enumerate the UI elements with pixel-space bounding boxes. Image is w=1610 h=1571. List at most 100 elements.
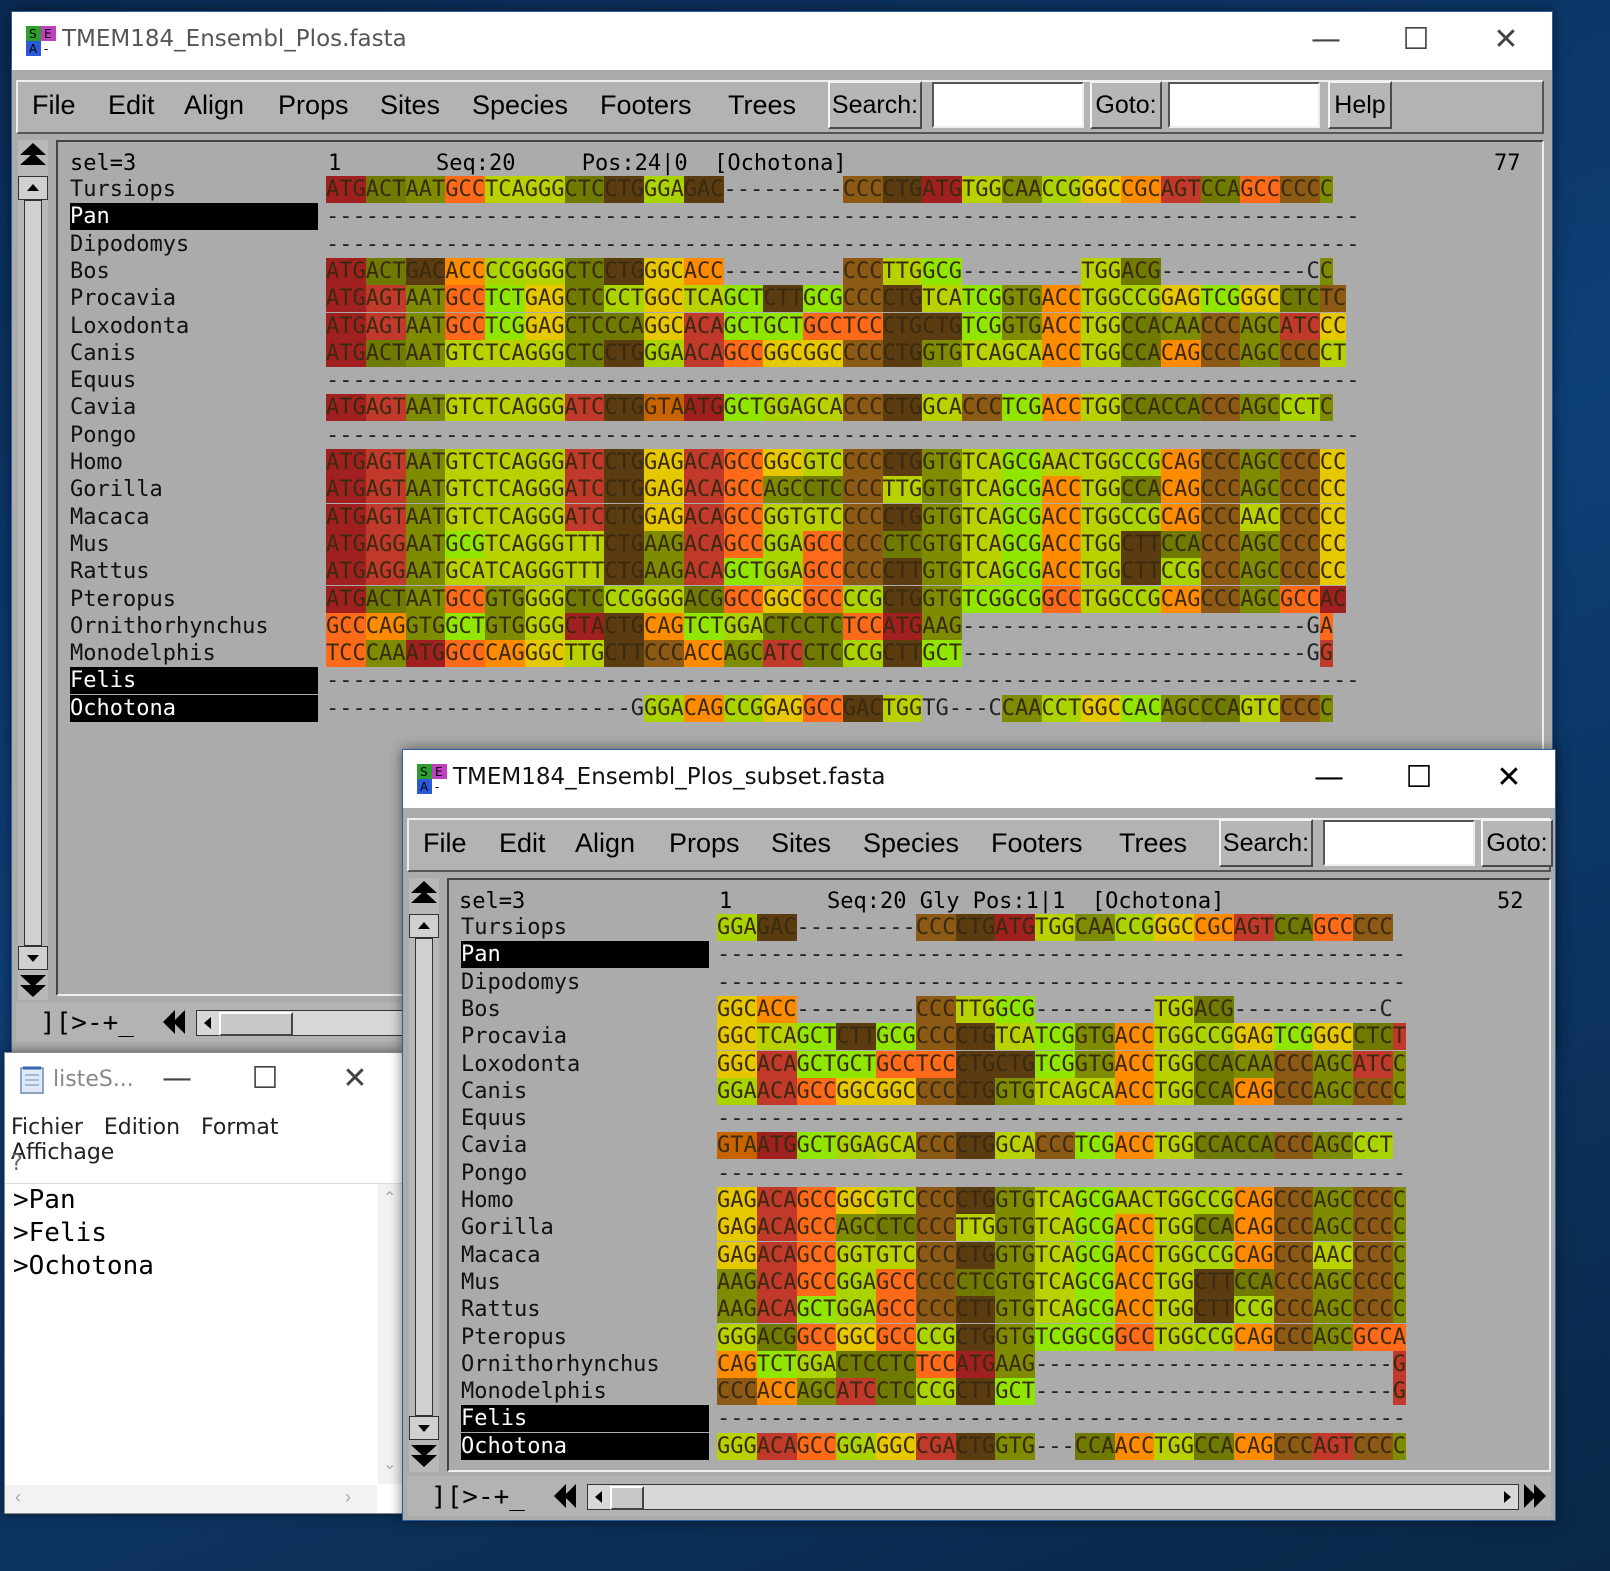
notepad-vscroll[interactable]: ⌃ ⌄ [378,1184,402,1484]
scroll-right-icon[interactable] [1498,1487,1516,1507]
menu-align[interactable]: Align [575,828,635,859]
chevron-left-icon[interactable]: ‹ [15,1487,21,1508]
sequence-name[interactable]: Monodelphis [461,1378,709,1405]
scroll-bottom-icon[interactable] [18,970,48,1000]
sequence-row[interactable]: ----------------------------------------… [326,203,1360,230]
menu-species[interactable]: Species [472,90,568,121]
sequence-name[interactable]: Pongo [461,1160,709,1187]
notepad-maximize-icon[interactable]: ☐ [243,1057,287,1101]
sequence-row[interactable]: GGGACAGCCGGAGGCCGACTGGTG---CCAACCTGGCCAC… [717,1432,1406,1460]
sequence-row[interactable]: ATGAGTAATGCCTCTGAGCTCCCTGGCTCAGCTCTTGCGC… [326,285,1347,313]
sequence-row[interactable]: ATGACTAATGTCTCAGGGCTCCTGGGAACAGCCGGCGGCC… [326,339,1347,367]
menu-sites[interactable]: Sites [771,828,831,859]
sequence-name[interactable]: Procavia [461,1023,709,1050]
subset-horizontal-scrollbar[interactable] [587,1484,1519,1510]
sequence-row[interactable]: GGAGAC---------CCCCTGATGTGGCAACCGGGCCGCA… [717,914,1393,941]
subset-titlebar[interactable]: S E A - TMEM184_Ensembl_Plos_subset.fast… [403,750,1555,808]
sequence-name[interactable]: Loxodonta [461,1051,709,1078]
sequence-row[interactable]: ----------------------------------------… [326,231,1360,258]
sequence-row[interactable]: GTAATGGCTGGAGCACCCCTGGCACCCTCGACCTGGCCAC… [717,1132,1393,1160]
sequence-row[interactable]: ATGAGTAATGCCTCGGAGCTCCCAGGCACAGCTGCTGCCT… [326,312,1347,340]
sequence-row[interactable]: ----------------------------------------… [717,1160,1406,1187]
subset-hscroll-thumb[interactable] [610,1486,644,1510]
sequence-row[interactable]: GGCACAGCTGCTGCCTCCCTGCTGTCGGTGACCTGGCCAC… [717,1050,1406,1078]
sequence-name[interactable]: Dipodomys [461,969,709,996]
menu-trees[interactable]: Trees [1119,828,1187,859]
sequence-name[interactable]: Mus [70,531,318,558]
menu-file[interactable]: File [32,90,76,121]
sequence-row[interactable]: GGGACGGCCGGCGCCCCGCTGGTGTCGGCGGCCTGGCCGC… [717,1323,1406,1351]
chevron-up-icon[interactable]: ⌃ [383,1188,396,1208]
goto-input[interactable] [1168,82,1320,128]
subset-bottom-label[interactable]: ][>-+_ [431,1482,525,1512]
scroll-left-icon[interactable] [590,1487,608,1507]
sequence-row[interactable]: GCCCAGGTGGCTGTGGGGCTACTGCAGTCTGGACTCCTCT… [326,612,1333,640]
sequence-name[interactable]: Ochotona [70,694,318,722]
sequence-row[interactable]: ----------------------------------------… [326,422,1360,449]
sequence-row[interactable]: AAGACAGCCGGAGCCCCCCTCGTGTCAGCGACCTGGCTTC… [717,1268,1406,1296]
sequence-row[interactable]: ----------------------------------------… [717,941,1406,968]
sequence-name[interactable]: Bos [70,258,318,285]
sequence-name[interactable]: Ornithorhynchus [70,613,318,640]
help-button[interactable]: Help [1328,81,1392,129]
scroll-track[interactable] [24,200,42,946]
notepad-hscroll[interactable]: ‹ › [5,1485,377,1513]
menu-species[interactable]: Species [863,828,959,859]
sequence-name[interactable]: Pongo [70,422,318,449]
sequence-row[interactable]: ATGAGGAATGCGTCAGGGTTTCTGAAGACAGCCGGAGCCC… [326,530,1347,558]
maximize-icon[interactable]: ☐ [1397,756,1441,800]
notepad-menu-affichage[interactable]: Affichage [11,1140,114,1165]
sequence-name[interactable]: Cavia [461,1132,709,1159]
notepad-menu-edition[interactable]: Edition [104,1115,180,1140]
sequence-name[interactable]: Homo [70,449,318,476]
sequence-row[interactable]: ----------------------------------------… [326,367,1360,394]
chevron-right-icon[interactable]: › [345,1487,351,1508]
subset-vertical-scrollbar[interactable] [409,878,439,1472]
menu-edit[interactable]: Edit [499,828,546,859]
search-input[interactable] [932,82,1084,128]
sequence-name[interactable]: Pteropus [461,1324,709,1351]
sequence-name[interactable]: Felis [70,667,318,695]
sequence-name[interactable]: Monodelphis [70,640,318,667]
notepad-menu-format[interactable]: Format [201,1115,279,1140]
sequence-name[interactable]: Gorilla [461,1214,709,1241]
scroll-leftmost-icon[interactable] [160,1008,190,1036]
sequence-row[interactable]: CAGTCTGGACTCCTCTCCATGAAG----------------… [717,1350,1406,1378]
sequence-row[interactable]: ATGAGTAATGTCTCAGGGATCCTGGAGACAGCCGGTGTCC… [326,503,1347,531]
sequence-row[interactable]: ----------------------------------------… [717,1105,1406,1132]
sequence-name[interactable]: Macaca [461,1242,709,1269]
search-input[interactable] [1323,820,1475,866]
sequence-name[interactable]: Mus [461,1269,709,1296]
sequence-row[interactable]: GAGACAGCCAGCCTCCCCTTGGTGTCAGCGACCTGGCCAC… [717,1214,1406,1242]
notepad-menu-fichier[interactable]: Fichier [11,1115,83,1140]
sequence-name[interactable]: Tursiops [461,914,709,941]
main-hscroll-thumb[interactable] [219,1012,293,1036]
sequence-row[interactable]: GGAACAGCCGGCGGCCCCCTGGTGTCAGCAACCTGGCCAC… [717,1077,1406,1105]
scroll-top-icon[interactable] [409,878,439,908]
sequence-name[interactable]: Ornithorhynchus [461,1351,709,1378]
sequence-row[interactable]: -----------------------GGGACAGCCGGAGGCCG… [326,694,1333,722]
sequence-row[interactable]: ATGAGGAATGCATCAGGGTTTCTGAAGACAGCTGGAGCCC… [326,558,1347,586]
maximize-icon[interactable]: ☐ [1394,18,1438,62]
close-icon[interactable]: ✕ [1487,756,1531,800]
sequence-name[interactable]: Ochotona [461,1432,709,1460]
close-icon[interactable]: ✕ [1484,18,1528,62]
sequence-row[interactable]: ATGACTGACACCCCGGGGCTCCTGGGCACC---------C… [326,257,1333,285]
sequence-row[interactable]: ATGACTAATGCCGTGGGGCTCCCGGGGACGGCCGGCGCCC… [326,585,1347,613]
sequence-name[interactable]: Canis [70,340,318,367]
sequence-name[interactable]: Macaca [70,504,318,531]
sequence-row[interactable]: TCCCAAATGGCCCAGGGCTTGCTTCCCACCAGCATCCTCC… [326,640,1333,668]
sequence-name[interactable]: Loxodonta [70,313,318,340]
menu-footers[interactable]: Footers [600,90,692,121]
sequence-name[interactable]: Bos [461,996,709,1023]
sequence-name[interactable]: Gorilla [70,476,318,503]
menu-footers[interactable]: Footers [991,828,1083,859]
notepad-titlebar[interactable]: listeS... — ☐ ✕ [5,1053,402,1107]
chevron-down-icon[interactable]: ⌄ [383,1454,396,1474]
sequence-row[interactable]: ----------------------------------------… [326,667,1360,694]
sequence-row[interactable]: ATGAGTAATGTCTCAGGGATCCTGGAGACAGCCGGCGTCC… [326,449,1347,476]
sequence-name[interactable]: Cavia [70,394,318,421]
sequence-row[interactable]: GGCTCAGCTCTTGCGCCCCTGTCATCGGTGACCTGGCCGG… [717,1023,1406,1051]
sequence-row[interactable]: AAGACAGCTGGAGCCCCCCTTGTGTCAGCGACCTGGCTTC… [717,1296,1406,1324]
sequence-row[interactable]: CCCACCAGCATCCTCCCGCTTGCT----------------… [717,1378,1406,1406]
